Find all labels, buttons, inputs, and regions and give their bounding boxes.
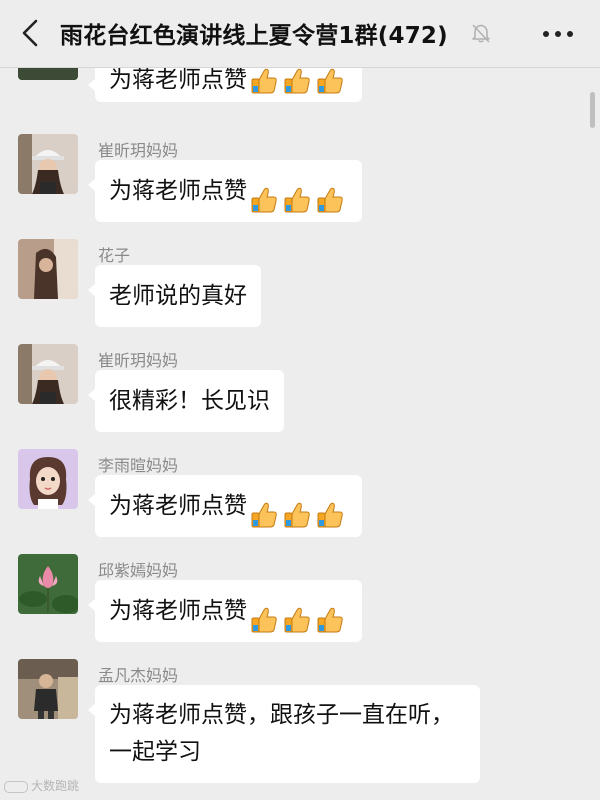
message-text: 为蒋老师点赞 [109, 68, 247, 93]
sender-name: 邱紫嫣妈妈 [98, 561, 179, 580]
sender-name: 李雨暄妈妈 [98, 456, 179, 475]
avatar[interactable] [18, 239, 78, 299]
message-text: 为蒋老师点赞 [109, 598, 247, 624]
message-text: 为蒋老师点赞 [109, 178, 247, 204]
sender-name: 花子 [98, 246, 131, 265]
thumbs-group [249, 161, 348, 223]
watermark-text: 大数跑跳 [31, 779, 80, 793]
message-text: 很精彩！长见识 [109, 388, 270, 414]
chevron-left-icon[interactable] [18, 18, 42, 48]
avatar[interactable] [18, 68, 78, 80]
thumbs-up-emoji-icon [249, 68, 279, 96]
message-text: 为蒋老师点赞，跟孩子一直在听， 一起学习 [109, 702, 454, 765]
thumbs-up-emoji-icon [282, 177, 312, 213]
thumbs-group [249, 68, 348, 101]
avatar[interactable] [18, 554, 78, 614]
avatar[interactable] [18, 449, 78, 509]
message-bubble[interactable]: 为蒋老师点赞 [88, 68, 362, 102]
message-bubble[interactable]: 老师说的真好 [88, 265, 261, 327]
sender-name: 崔昕玥妈妈 [98, 141, 179, 160]
message-bubble[interactable]: 很精彩！长见识 [88, 370, 284, 432]
message-list: 为蒋老师点赞 崔昕玥妈妈 为蒋老师点赞 花子 老师说的真好 崔昕玥妈妈 很精彩！… [0, 68, 600, 800]
avatar[interactable] [18, 659, 78, 719]
scrollbar[interactable] [590, 92, 595, 128]
thumbs-up-emoji-icon [282, 597, 312, 633]
message-bubble[interactable]: 为蒋老师点赞 [88, 160, 362, 223]
message-bubble[interactable]: 为蒋老师点赞，跟孩子一直在听， 一起学习 [88, 685, 480, 783]
sender-name: 孟凡杰妈妈 [98, 666, 179, 685]
thumbs-group [249, 581, 348, 643]
message-bubble[interactable]: 为蒋老师点赞 [88, 580, 362, 643]
watermark: 大数跑跳 [4, 777, 79, 794]
thumbs-up-emoji-icon [282, 492, 312, 528]
bell-muted-icon [472, 24, 490, 43]
thumbs-up-emoji-icon [282, 68, 312, 96]
thumbs-up-emoji-icon [315, 68, 345, 96]
thumbs-up-emoji-icon [315, 177, 345, 213]
thumbs-up-emoji-icon [315, 492, 345, 528]
chat-header: 雨花台红色演讲线上夏令营1群(472) [0, 0, 600, 68]
sender-name: 崔昕玥妈妈 [98, 351, 179, 370]
thumbs-group [249, 476, 348, 538]
avatar[interactable] [18, 134, 78, 194]
message-text: 老师说的真好 [109, 283, 247, 309]
message-text: 为蒋老师点赞 [109, 493, 247, 519]
more-dots-icon[interactable] [542, 30, 574, 38]
message-bubble[interactable]: 为蒋老师点赞 [88, 475, 362, 538]
watermark-logo-icon [4, 780, 28, 793]
chat-title: 雨花台红色演讲线上夏令营1群(472) [60, 23, 448, 49]
thumbs-up-emoji-icon [249, 492, 279, 528]
thumbs-up-emoji-icon [249, 597, 279, 633]
avatar[interactable] [18, 344, 78, 404]
thumbs-up-emoji-icon [249, 177, 279, 213]
thumbs-up-emoji-icon [315, 597, 345, 633]
